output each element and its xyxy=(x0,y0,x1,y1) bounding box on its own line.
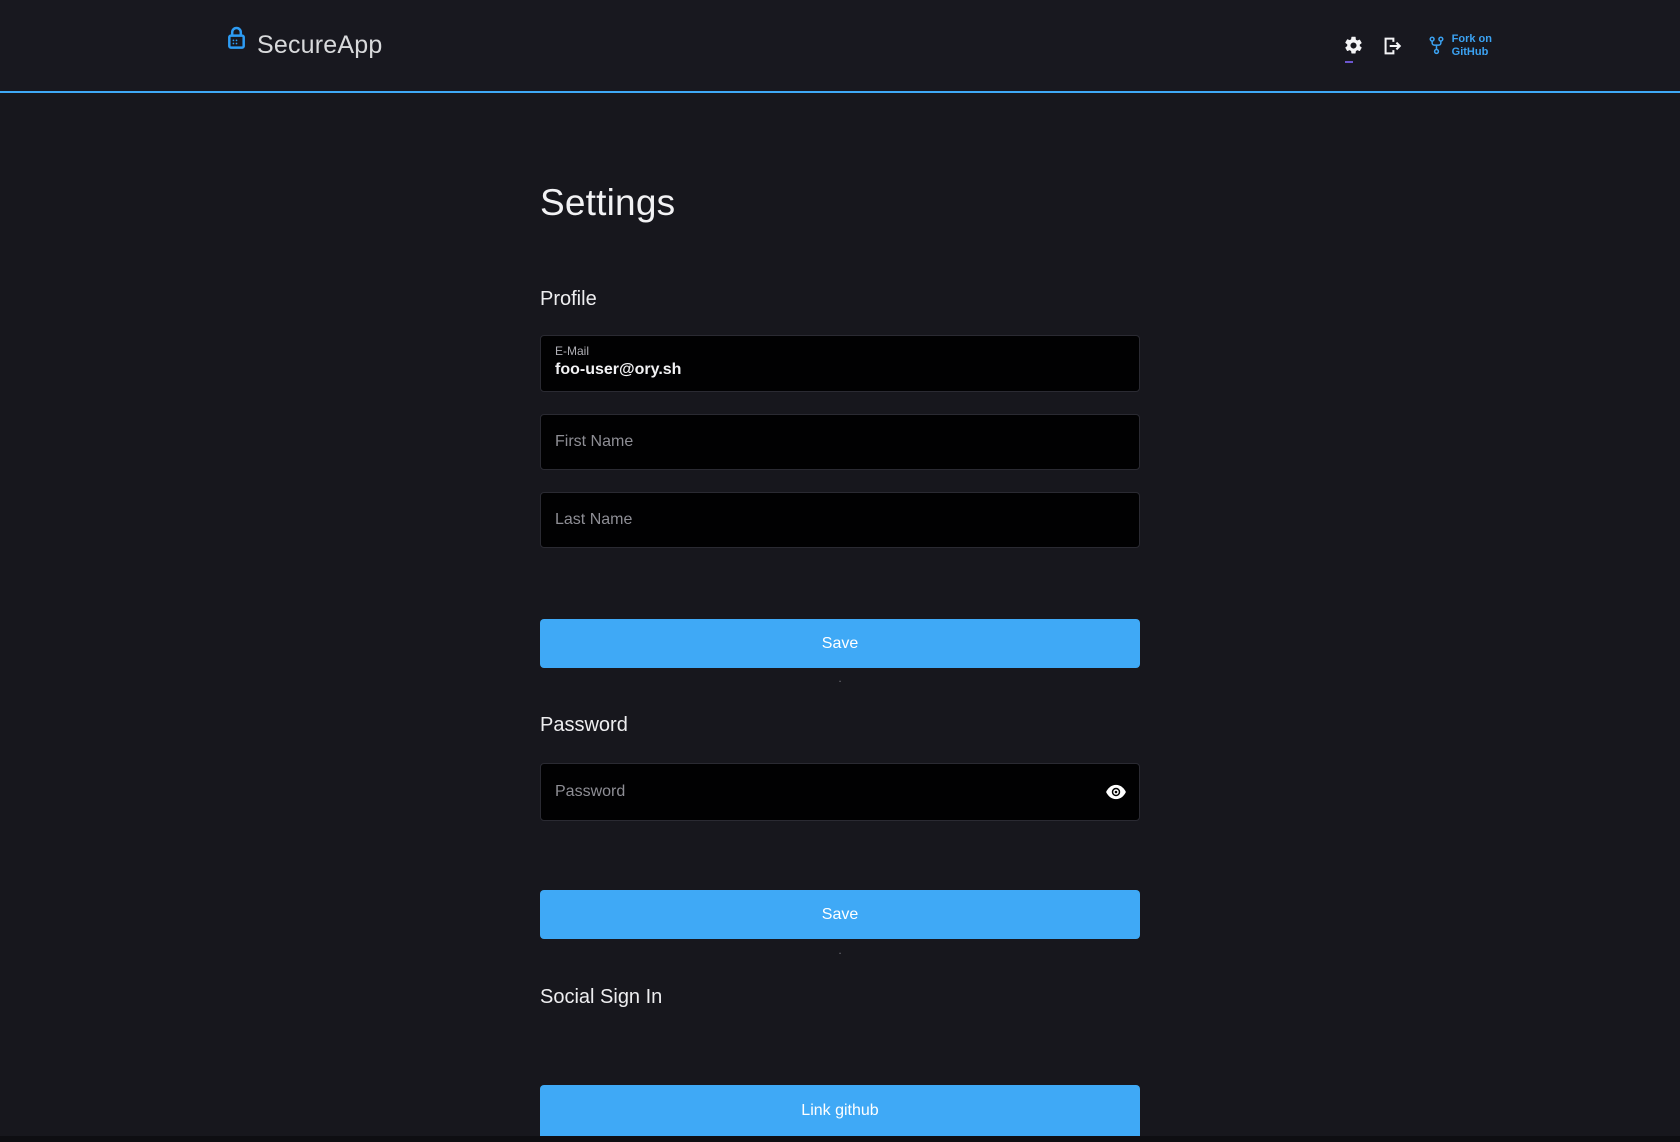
page-title: Settings xyxy=(540,182,675,224)
footer-strip xyxy=(0,1136,1680,1142)
first-name-input[interactable] xyxy=(541,415,1139,469)
profile-save-button[interactable]: Save xyxy=(540,619,1140,668)
email-label: E-Mail xyxy=(555,344,1125,358)
brand-name: SecureApp xyxy=(257,31,383,60)
social-section-heading: Social Sign In xyxy=(540,986,662,1009)
last-name-field xyxy=(540,492,1140,548)
password-input[interactable] xyxy=(541,764,1139,820)
gear-underline xyxy=(1345,61,1353,63)
profile-section-heading: Profile xyxy=(540,288,597,311)
main-content: Settings Profile E-Mail Save . Password xyxy=(540,0,1140,1142)
navbar-actions: Fork on GitHub xyxy=(1343,33,1492,59)
gear-icon xyxy=(1343,35,1364,56)
logout-icon xyxy=(1381,35,1403,57)
brand-link[interactable]: SecureApp xyxy=(225,31,383,60)
email-field: E-Mail xyxy=(540,335,1140,392)
lock-icon xyxy=(225,25,248,52)
link-github-button[interactable]: Link github xyxy=(540,1085,1140,1136)
last-name-input[interactable] xyxy=(541,493,1139,547)
profile-status-dot: . xyxy=(540,672,1140,684)
email-input[interactable] xyxy=(555,361,1125,379)
fork-link-line1: Fork on xyxy=(1452,33,1492,45)
password-save-button[interactable]: Save xyxy=(540,890,1140,939)
fork-link-line2: GitHub xyxy=(1452,46,1489,58)
settings-page: SecureApp xyxy=(0,0,1680,1142)
password-section-heading: Password xyxy=(540,714,628,737)
first-name-field xyxy=(540,414,1140,470)
git-fork-icon xyxy=(1427,35,1446,56)
show-password-button[interactable] xyxy=(1105,784,1127,801)
settings-nav-button[interactable] xyxy=(1343,35,1364,56)
password-field xyxy=(540,763,1140,821)
password-status-dot: . xyxy=(540,944,1140,956)
fork-on-github-link[interactable]: Fork on GitHub xyxy=(1427,33,1492,59)
fork-link-text: Fork on GitHub xyxy=(1452,33,1492,59)
eye-icon xyxy=(1105,784,1127,801)
logout-button[interactable] xyxy=(1381,35,1403,57)
